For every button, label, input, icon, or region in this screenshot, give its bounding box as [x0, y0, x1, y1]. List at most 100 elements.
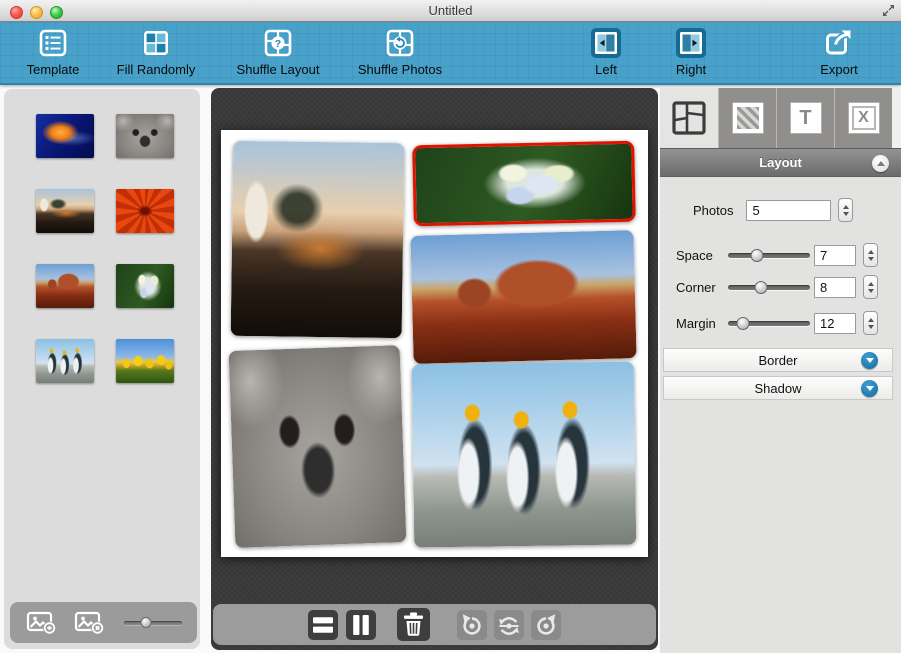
template-icon: [38, 25, 68, 61]
shuffle-photos-button[interactable]: Shuffle Photos: [348, 25, 452, 83]
resize-icon[interactable]: [882, 4, 895, 22]
collage-photo-penguins[interactable]: [412, 361, 637, 547]
collage-photo-lighthouse[interactable]: [231, 141, 405, 338]
fill-randomly-button[interactable]: Fill Randomly: [104, 25, 208, 83]
fill-randomly-icon: [141, 25, 171, 61]
slider-thumb[interactable]: [750, 249, 763, 262]
rotate-right-icon: [531, 610, 561, 640]
thumbnail-jellyfish[interactable]: [36, 114, 94, 158]
titlebar: Untitled: [0, 0, 901, 22]
caret-up-icon: [877, 161, 885, 166]
split-vertical-button[interactable]: [346, 610, 376, 640]
tab-clear[interactable]: X: [834, 88, 892, 148]
slider-track: [124, 621, 182, 625]
space-value-field[interactable]: [814, 245, 856, 266]
window-title: Untitled: [0, 3, 901, 18]
photos-label: Photos: [693, 203, 733, 218]
thumbnail-tulips[interactable]: [116, 339, 174, 383]
border-section-header[interactable]: Border: [663, 348, 893, 372]
fill-randomly-label: Fill Randomly: [117, 62, 196, 77]
corner-slider[interactable]: [728, 281, 810, 294]
shuffle-photos-icon: [385, 25, 415, 61]
margin-value-field[interactable]: [814, 313, 856, 334]
slider-thumb[interactable]: [736, 317, 749, 330]
split-horizontal-icon: [308, 610, 338, 640]
shadow-section-header[interactable]: Shadow: [663, 376, 893, 400]
inspector-panel: T X Layout Photos Space Corner: [660, 88, 901, 653]
photos-row: Photos: [693, 198, 853, 222]
toggle-left-panel-label: Left: [595, 62, 617, 77]
margin-slider[interactable]: [728, 317, 810, 330]
expand-border-button[interactable]: [861, 352, 878, 369]
photo-bin-sidebar: [4, 89, 200, 649]
sidebar-bottom-bar: [10, 602, 197, 643]
collage-page[interactable]: [221, 130, 648, 557]
export-button[interactable]: Export: [805, 25, 873, 83]
background-tab-icon: [732, 102, 764, 134]
add-photo-button[interactable]: [26, 610, 58, 636]
collage-canvas: [211, 88, 658, 650]
toggle-left-panel-icon: [590, 25, 622, 61]
space-slider[interactable]: [728, 249, 810, 262]
collapse-layout-button[interactable]: [872, 155, 889, 172]
thumbnail-grid: [4, 89, 200, 649]
thumbnail-lighthouse[interactable]: [36, 189, 94, 233]
toggle-left-panel-button[interactable]: Left: [576, 25, 636, 83]
main-toolbar: Template Fill Randomly ? Shuff: [0, 22, 901, 85]
collage-photo-desert[interactable]: [410, 230, 636, 364]
split-vertical-icon: [346, 610, 376, 640]
shuffle-photos-label: Shuffle Photos: [358, 62, 442, 77]
thumbnail-size-slider[interactable]: [124, 617, 182, 629]
toggle-right-panel-button[interactable]: Right: [660, 25, 722, 83]
export-icon: [824, 25, 854, 61]
slider-thumb[interactable]: [141, 617, 152, 628]
layout-section-header[interactable]: Layout: [660, 148, 901, 177]
corner-row: Corner: [676, 275, 878, 299]
shadow-section-title: Shadow: [755, 381, 802, 396]
remove-photo-button[interactable]: [74, 610, 106, 636]
margin-stepper[interactable]: [863, 311, 878, 335]
shuffle-layout-button[interactable]: ? Shuffle Layout: [226, 25, 330, 83]
caret-down-icon: [866, 358, 874, 363]
template-label: Template: [27, 62, 80, 77]
flip-button[interactable]: [494, 610, 524, 640]
photos-stepper[interactable]: [838, 198, 853, 222]
thumbnail-hydrangea[interactable]: [116, 264, 174, 308]
split-horizontal-button[interactable]: [308, 610, 338, 640]
photos-count-field[interactable]: [746, 200, 831, 221]
slider-track: [728, 253, 810, 258]
tab-background[interactable]: [718, 88, 776, 148]
corner-label: Corner: [676, 280, 726, 295]
collage-photo-hydrangea[interactable]: [412, 141, 636, 227]
thumbnail-desert[interactable]: [36, 264, 94, 308]
thumbnail-koala[interactable]: [116, 114, 174, 158]
export-label: Export: [820, 62, 858, 77]
rotate-left-icon: [457, 610, 487, 640]
canvas-toolbar: [213, 604, 656, 645]
space-label: Space: [676, 248, 726, 263]
text-tab-icon: T: [790, 102, 822, 134]
tab-layout[interactable]: [660, 88, 718, 148]
corner-value-field[interactable]: [814, 277, 856, 298]
space-row: Space: [676, 243, 878, 267]
corner-stepper[interactable]: [863, 275, 878, 299]
template-button[interactable]: Template: [10, 25, 96, 83]
thumbnail-penguins[interactable]: [36, 339, 94, 383]
toggle-right-panel-icon: [675, 25, 707, 61]
rotate-right-button[interactable]: [531, 610, 561, 640]
caret-down-icon: [866, 386, 874, 391]
slider-thumb[interactable]: [754, 281, 767, 294]
space-stepper[interactable]: [863, 243, 878, 267]
shuffle-layout-label: Shuffle Layout: [237, 62, 320, 77]
collage-photo-koala[interactable]: [229, 345, 407, 548]
slider-track: [728, 285, 810, 290]
border-section-title: Border: [758, 353, 797, 368]
thumbnail-chrysanthemum[interactable]: [116, 189, 174, 233]
margin-label: Margin: [676, 316, 726, 331]
expand-shadow-button[interactable]: [861, 380, 878, 397]
layout-tab-icon: [671, 100, 707, 136]
flip-icon: [494, 610, 524, 640]
delete-photo-button[interactable]: [397, 608, 430, 641]
tab-text[interactable]: T: [776, 88, 834, 148]
rotate-left-button[interactable]: [457, 610, 487, 640]
